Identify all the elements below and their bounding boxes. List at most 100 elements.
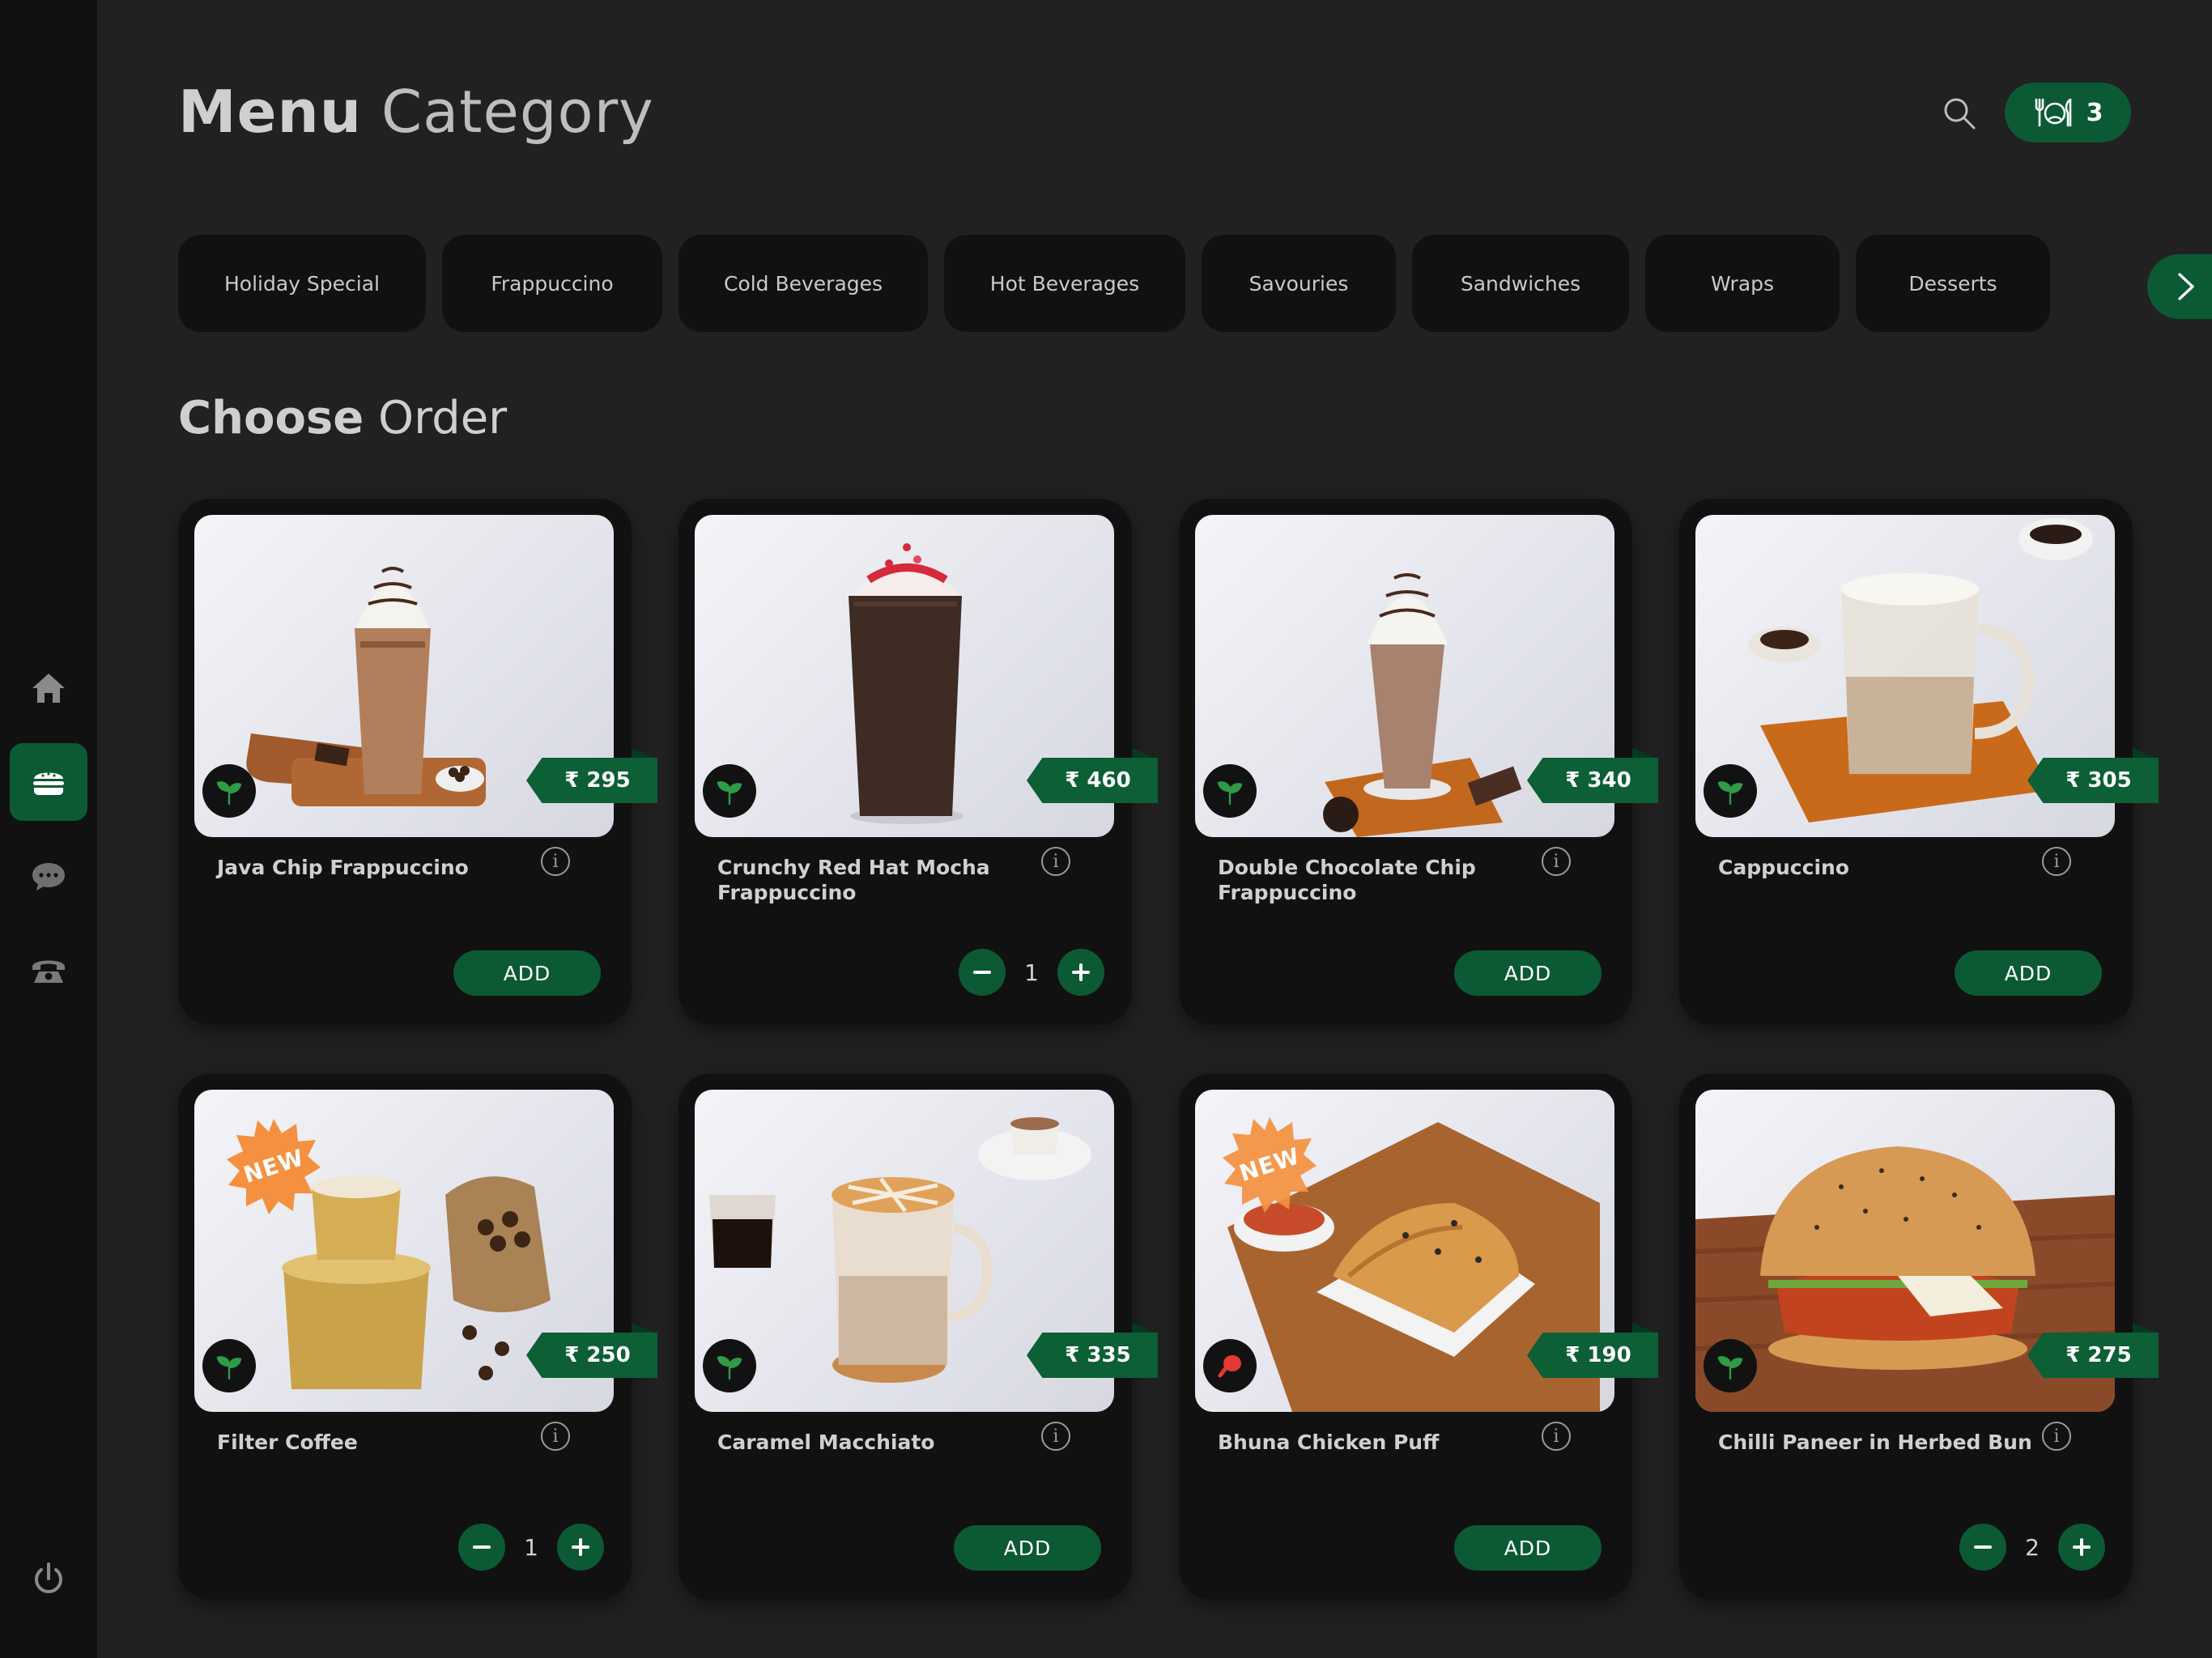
new-badge: NEW xyxy=(1221,1116,1318,1213)
section-title-bold: Choose xyxy=(178,392,364,444)
nav-menu[interactable] xyxy=(10,743,87,821)
nonveg-badge xyxy=(1203,1339,1257,1392)
price-tag: ₹ 335 xyxy=(1027,1333,1158,1378)
item-name: Java Chip Frappuccino xyxy=(217,856,469,879)
info-icon[interactable]: i xyxy=(1542,847,1571,876)
quantity-stepper: 1 xyxy=(458,1524,604,1571)
page-title-light: Category xyxy=(381,78,654,146)
decrease-button[interactable] xyxy=(1959,1524,2006,1571)
add-button[interactable]: ADD xyxy=(453,950,601,996)
new-badge: NEW xyxy=(225,1117,322,1214)
minus-icon xyxy=(973,971,991,974)
tab-hot-beverages[interactable]: Hot Beverages xyxy=(944,235,1185,332)
search-icon[interactable] xyxy=(1940,94,1979,133)
tabs-next-button[interactable] xyxy=(2147,254,2212,319)
item-name: Filter Coffee xyxy=(217,1431,358,1454)
leaf-icon xyxy=(717,1356,742,1380)
veg-badge xyxy=(202,1339,256,1392)
page-title-bold: Menu xyxy=(178,78,362,146)
leaf-icon xyxy=(717,781,742,806)
info-icon[interactable]: i xyxy=(541,847,570,876)
add-button[interactable]: ADD xyxy=(1955,950,2102,996)
leaf-icon xyxy=(1717,781,1743,806)
phone-icon xyxy=(32,960,65,983)
price-tag: ₹ 460 xyxy=(1027,758,1158,803)
tab-savouries[interactable]: Savouries xyxy=(1202,235,1396,332)
info-icon[interactable]: i xyxy=(2042,1422,2071,1451)
home-icon xyxy=(32,674,65,703)
item-name: Crunchy Red Hat Mocha Frappuccino xyxy=(717,856,990,904)
tab-sandwiches[interactable]: Sandwiches xyxy=(1412,235,1629,332)
tab-desserts[interactable]: Desserts xyxy=(1856,235,2050,332)
decrease-button[interactable] xyxy=(458,1524,505,1571)
price-tag: ₹ 295 xyxy=(526,758,657,803)
tab-cold-beverages[interactable]: Cold Beverages xyxy=(678,235,928,332)
power-icon xyxy=(35,1562,62,1593)
menu-item-card: NEW ₹ 190 Bhuna Chicken Puff i ADD xyxy=(1179,1073,1658,1600)
menu-item-card: ₹ 335 Caramel Macchiato i ADD xyxy=(678,1073,1158,1600)
price-tag: ₹ 275 xyxy=(2027,1333,2159,1378)
quantity-value: 1 xyxy=(1024,959,1039,986)
logout-button[interactable] xyxy=(10,1540,87,1618)
veg-badge xyxy=(202,764,256,818)
info-icon[interactable]: i xyxy=(2042,847,2071,876)
quantity-stepper: 1 xyxy=(959,949,1104,996)
plus-icon xyxy=(2072,1538,2091,1556)
info-icon[interactable]: i xyxy=(541,1422,570,1451)
plus-icon xyxy=(571,1538,589,1556)
menu-item-card: ₹ 295 Java Chip Frappuccino i ADD xyxy=(178,499,657,1025)
chevron-right-icon xyxy=(2178,273,2194,300)
minus-icon xyxy=(1974,1545,1992,1549)
quantity-stepper: 2 xyxy=(1959,1524,2105,1571)
veg-badge xyxy=(703,764,756,818)
leaf-icon xyxy=(1717,1356,1743,1380)
leaf-icon xyxy=(1217,781,1243,806)
menu-item-card: ₹ 460 Crunchy Red Hat Mocha Frappuccino … xyxy=(678,499,1158,1025)
veg-badge xyxy=(1704,1339,1757,1392)
price-tag: ₹ 190 xyxy=(1527,1333,1658,1378)
leaf-icon xyxy=(216,1356,242,1380)
veg-badge xyxy=(703,1339,756,1392)
leaf-icon xyxy=(216,781,242,806)
tab-wraps[interactable]: Wraps xyxy=(1645,235,1840,332)
quantity-value: 2 xyxy=(2025,1533,2040,1561)
menu-item-card: NEW ₹ 250 Filter Coffee i 1 xyxy=(178,1073,657,1600)
info-icon[interactable]: i xyxy=(1041,847,1070,876)
minus-icon xyxy=(473,1545,491,1549)
item-name: Caramel Macchiato xyxy=(717,1431,935,1454)
nav-chat[interactable] xyxy=(10,837,87,915)
item-name: Cappuccino xyxy=(1718,856,1849,879)
tab-holiday-special[interactable]: Holiday Special xyxy=(178,235,426,332)
tab-frappuccino[interactable]: Frappuccino xyxy=(442,235,662,332)
increase-button[interactable] xyxy=(2057,1524,2105,1571)
nav-contact[interactable] xyxy=(10,931,87,1009)
sidebar xyxy=(0,0,97,1658)
dining-icon xyxy=(2035,98,2071,127)
menu-item-card: ₹ 340 Double Chocolate Chip Frappuccino … xyxy=(1179,499,1658,1025)
item-name: Double Chocolate Chip Frappuccino xyxy=(1218,856,1476,904)
quantity-value: 1 xyxy=(524,1533,538,1561)
cart-count: 3 xyxy=(2086,98,2104,127)
item-name: Chilli Paneer in Herbed Bun xyxy=(1718,1431,2032,1454)
veg-badge xyxy=(1203,764,1257,818)
drumstick-icon xyxy=(1218,1355,1241,1378)
price-tag: ₹ 340 xyxy=(1527,758,1658,803)
veg-badge xyxy=(1704,764,1757,818)
menu-item-card: ₹ 275 Chilli Paneer in Herbed Bun i 2 xyxy=(1679,1073,2159,1600)
menu-item-card: ₹ 305 Cappuccino i ADD xyxy=(1679,499,2159,1025)
section-title-light: Order xyxy=(378,392,508,444)
increase-button[interactable] xyxy=(556,1524,604,1571)
add-button[interactable]: ADD xyxy=(1454,950,1602,996)
decrease-button[interactable] xyxy=(959,949,1006,996)
add-button[interactable]: ADD xyxy=(954,1525,1101,1571)
chat-icon xyxy=(32,863,65,891)
price-tag: ₹ 250 xyxy=(526,1333,657,1378)
plus-icon xyxy=(1071,963,1090,981)
order-cart-button[interactable]: 3 xyxy=(2005,83,2131,142)
nav-home[interactable] xyxy=(10,649,87,727)
info-icon[interactable]: i xyxy=(1041,1422,1070,1451)
info-icon[interactable]: i xyxy=(1542,1422,1571,1451)
increase-button[interactable] xyxy=(1057,949,1104,996)
page-title: Menu Category xyxy=(178,78,654,146)
add-button[interactable]: ADD xyxy=(1454,1525,1602,1571)
